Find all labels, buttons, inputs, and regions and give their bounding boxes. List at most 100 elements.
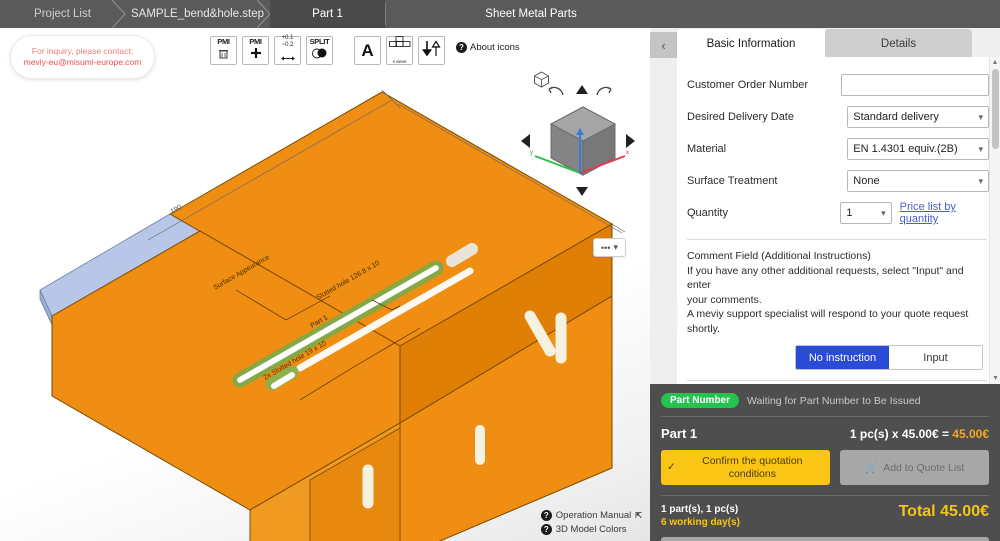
- crumb-category: Sheet Metal Parts: [386, 0, 676, 28]
- quote-divider-1: [661, 416, 989, 417]
- tab-basic-information-label: Basic Information: [706, 37, 796, 50]
- panel-collapse-button[interactable]: ‹: [650, 32, 677, 58]
- split-button[interactable]: SPLIT: [306, 36, 333, 65]
- trash-icon: [218, 46, 229, 64]
- chevron-down-icon-delivery: ▾: [978, 111, 983, 122]
- scroll-down-arrow-icon[interactable]: ▼: [990, 373, 1000, 384]
- plus-icon: [250, 46, 262, 64]
- quote-action-buttons: ✓ Confirm the quotation conditions 🛒 Add…: [661, 450, 989, 485]
- flip-direction-button[interactable]: [418, 36, 445, 65]
- comment-title: Comment Field (Additional Instructions): [687, 250, 871, 262]
- field-quantity: Quantity 1 ▾ Price list by quantity: [687, 197, 989, 229]
- scrollbar-thumb[interactable]: [992, 69, 999, 149]
- pan-up-arrow-icon[interactable]: [575, 82, 589, 100]
- scroll-up-arrow-icon[interactable]: ▲: [990, 57, 1000, 68]
- chevron-left-icon: ‹: [661, 37, 666, 53]
- quote-summary: 1 part(s), 1 pc(s) 6 working day(s): [661, 503, 740, 529]
- about-icons-label: About icons: [470, 42, 520, 53]
- arrows-up-down-icon: [421, 39, 442, 62]
- view-cube-widget[interactable]: y x ••• ▾: [515, 68, 645, 257]
- basic-information-form: › Customer Order Number Desired Delivery…: [677, 57, 1000, 384]
- material-select[interactable]: EN 1.4301 equiv.(2B) ▾: [847, 138, 989, 160]
- form-divider-bottom: [687, 380, 987, 381]
- part-number-badge: Part Number: [661, 393, 740, 408]
- customer-order-number-label: Customer Order Number: [687, 79, 809, 91]
- rotate-cw-icon[interactable]: [595, 84, 613, 103]
- model-colors-label: 3D Model Colors: [555, 524, 627, 535]
- material-label: Material: [687, 143, 727, 155]
- quote-part-name: Part 1: [661, 426, 698, 441]
- axis-triad-icon: y x: [525, 128, 635, 195]
- quote-total-row: 1 part(s), 1 pc(s) 6 working day(s) Tota…: [661, 503, 989, 529]
- annotation-text-button[interactable]: A: [354, 36, 381, 65]
- contact-line-1: For inquiry, please contact:: [31, 45, 134, 56]
- form-scrollbar[interactable]: ▲ ▼: [989, 57, 1000, 384]
- no-instruction-button[interactable]: No instruction: [796, 346, 889, 369]
- comment-toggle-group: No instruction Input: [687, 345, 985, 370]
- add-to-quote-list-button[interactable]: 🛒 Add to Quote List: [839, 450, 989, 485]
- add-to-quote-list-label: Add to Quote List: [883, 461, 965, 474]
- breadcrumb-chevron-icon: [112, 0, 126, 28]
- crumb-part[interactable]: Part 1: [270, 0, 385, 28]
- quote-part-price: 1 pc(s) x 45.00€ = 45.00€: [850, 427, 989, 441]
- model-toolbar: PMI PMI +0.1 −0.2 SPLIT A 4 views ? Abou…: [210, 35, 520, 67]
- panel-tabs: ‹ Basic Information Details: [650, 28, 1000, 58]
- crumb-file[interactable]: SAMPLE_bend&hole.step: [125, 0, 271, 28]
- crumb-file-label: SAMPLE_bend&hole.step: [131, 8, 264, 20]
- model-colors-link[interactable]: ? 3D Model Colors: [540, 524, 627, 535]
- pmi-delete-label: PMI: [217, 36, 230, 46]
- quote-part-price-value: 45.00€: [952, 426, 989, 441]
- desired-delivery-date-select[interactable]: Standard delivery ▾: [847, 106, 989, 128]
- pmi-add-label: PMI: [249, 36, 262, 46]
- customer-order-number-input[interactable]: [841, 74, 989, 96]
- external-link-icon: ⇱: [635, 511, 642, 520]
- quantity-label: Quantity: [687, 207, 728, 219]
- operation-manual-link[interactable]: ? Operation Manual ⇱: [540, 510, 642, 521]
- double-arrow-icon: [280, 49, 296, 67]
- model-viewport[interactable]: 190 Surface Appearance Slotted hole 126.…: [0, 28, 650, 541]
- right-panel: ‹ Basic Information Details › Customer O…: [650, 28, 1000, 541]
- question-icon-colors: ?: [540, 524, 552, 535]
- question-icon: ?: [456, 42, 467, 53]
- no-instruction-label: No instruction: [808, 351, 877, 364]
- confirm-quotation-button[interactable]: ✓ Confirm the quotation conditions: [661, 450, 830, 485]
- desired-delivery-date-label: Desired Delivery Date: [687, 111, 794, 123]
- pmi-delete-button[interactable]: PMI: [210, 36, 237, 65]
- split-label: SPLIT: [309, 36, 330, 46]
- comment-segmented-control: No instruction Input: [795, 345, 983, 370]
- quote-total-value: 45.00€: [940, 503, 989, 520]
- input-instruction-label: Input: [923, 351, 948, 364]
- field-customer-order-number: Customer Order Number: [687, 69, 989, 101]
- form-divider: [687, 239, 987, 240]
- about-icons-link[interactable]: ? About icons: [456, 42, 520, 53]
- annotation-text-label: A: [361, 41, 374, 60]
- part-number-row: Part Number Waiting for Part Number to B…: [661, 393, 989, 408]
- contact-email[interactable]: meviy-eu@misumi-europe.com: [24, 57, 142, 68]
- four-views-icon: [388, 36, 411, 58]
- view-options-button[interactable]: ••• ▾: [593, 238, 626, 257]
- breadcrumb: Project List SAMPLE_bend&hole.step Part …: [0, 0, 1000, 28]
- contact-banner: For inquiry, please contact: meviy-eu@mi…: [10, 35, 155, 79]
- crumb-project-list-label: Project List: [34, 8, 91, 20]
- quote-panel: Part Number Waiting for Part Number to B…: [650, 384, 1000, 541]
- quote-summary-days: 6 working day(s): [661, 517, 740, 528]
- quantity-select[interactable]: 1 ▾: [840, 202, 892, 224]
- rotate-ccw-icon[interactable]: [547, 84, 565, 103]
- split-circles-icon: [311, 46, 329, 64]
- chevron-down-icon-material: ▾: [978, 143, 983, 154]
- meviy-part-editor: Project List SAMPLE_bend&hole.step Part …: [0, 0, 1000, 541]
- tolerance-button[interactable]: +0.1 −0.2: [274, 35, 301, 67]
- four-views-button[interactable]: 4 views: [386, 36, 413, 65]
- tab-details[interactable]: Details: [825, 29, 972, 58]
- cart-icon: 🛒: [864, 462, 879, 474]
- crumb-project-list[interactable]: Project List: [0, 0, 126, 28]
- pmi-add-button[interactable]: PMI: [242, 36, 269, 65]
- tab-basic-information[interactable]: Basic Information: [677, 29, 825, 58]
- input-instruction-button[interactable]: Input: [889, 346, 982, 369]
- surface-treatment-select[interactable]: None ▾: [847, 170, 989, 192]
- proceed-to-quotation-button[interactable]: 🛒 Proceed to Quotation List: [661, 537, 989, 541]
- price-list-by-quantity-link[interactable]: Price list by quantity: [900, 201, 989, 225]
- question-icon-manual: ?: [540, 510, 552, 521]
- tab-details-label: Details: [880, 37, 917, 50]
- chevron-down-icon: ▾: [613, 242, 618, 252]
